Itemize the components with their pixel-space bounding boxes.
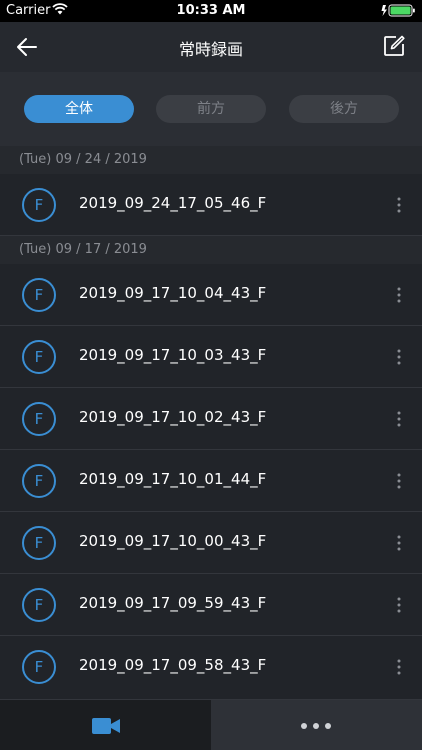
front-camera-icon: F <box>22 340 56 374</box>
filter-all-button[interactable]: 全体 <box>24 95 134 123</box>
front-camera-icon: F <box>22 526 56 560</box>
more-vertical-icon[interactable] <box>396 471 402 491</box>
front-camera-icon: F <box>22 402 56 436</box>
status-time: 10:33 AM <box>176 3 246 18</box>
file-name: 2019_09_17_10_00_43_F <box>79 532 267 550</box>
file-name: 2019_09_24_17_05_46_F <box>79 194 267 212</box>
more-vertical-icon[interactable] <box>396 533 402 553</box>
battery-icon <box>381 4 415 17</box>
list-item[interactable]: F 2019_09_17_10_02_43_F <box>0 388 422 450</box>
file-name: 2019_09_17_10_01_44_F <box>79 470 267 488</box>
file-name: 2019_09_17_09_58_43_F <box>79 656 267 674</box>
front-camera-icon: F <box>22 588 56 622</box>
more-vertical-icon[interactable] <box>396 595 402 615</box>
list-item[interactable]: F 2019_09_24_17_05_46_F <box>0 174 422 236</box>
status-bar: Carrier 10:33 AM <box>0 0 422 22</box>
list-item[interactable]: F 2019_09_17_10_00_43_F <box>0 512 422 574</box>
more-vertical-icon[interactable] <box>396 195 402 215</box>
section-header-date: (Tue) 09 / 24 / 2019 <box>0 146 422 174</box>
file-name: 2019_09_17_09_59_43_F <box>79 594 267 612</box>
list-item[interactable]: F 2019_09_17_10_04_43_F <box>0 264 422 326</box>
tab-recordings[interactable] <box>0 700 211 750</box>
front-camera-icon: F <box>22 650 56 684</box>
front-camera-icon: F <box>22 464 56 498</box>
video-camera-icon <box>92 718 120 734</box>
front-camera-icon: F <box>22 188 56 222</box>
filter-bar: 全体 前方 後方 <box>0 72 422 146</box>
edit-icon[interactable] <box>382 34 406 58</box>
file-name: 2019_09_17_10_02_43_F <box>79 408 267 426</box>
list-item[interactable]: F 2019_09_17_10_03_43_F <box>0 326 422 388</box>
list-item[interactable]: F 2019_09_17_09_59_43_F <box>0 574 422 636</box>
more-vertical-icon[interactable] <box>396 409 402 429</box>
front-camera-icon: F <box>22 278 56 312</box>
more-vertical-icon[interactable] <box>396 285 402 305</box>
list-item[interactable]: F 2019_09_17_09_58_43_F <box>0 636 422 700</box>
filter-rear-button[interactable]: 後方 <box>289 95 399 123</box>
list-item[interactable]: F 2019_09_17_10_01_44_F <box>0 450 422 512</box>
tab-bar <box>0 700 422 750</box>
file-name: 2019_09_17_10_03_43_F <box>79 346 267 364</box>
section-header-date: (Tue) 09 / 17 / 2019 <box>0 236 422 264</box>
more-vertical-icon[interactable] <box>396 657 402 677</box>
nav-bar: 常時録画 <box>0 22 422 72</box>
more-vertical-icon[interactable] <box>396 347 402 367</box>
tab-more[interactable] <box>211 700 422 750</box>
page-title: 常時録画 <box>178 40 243 59</box>
filter-front-button[interactable]: 前方 <box>156 95 266 123</box>
file-name: 2019_09_17_10_04_43_F <box>79 284 267 302</box>
more-horizontal-icon <box>301 723 331 729</box>
